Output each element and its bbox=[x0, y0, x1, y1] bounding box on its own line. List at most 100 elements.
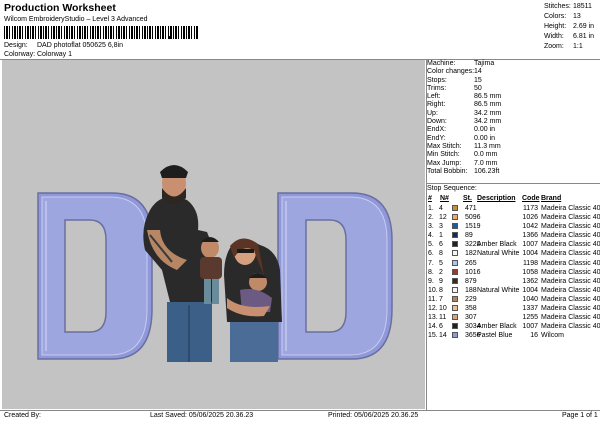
spec-row: Max Stitch: 11.3 mm bbox=[427, 143, 599, 151]
thread-description: Amber Black bbox=[477, 241, 517, 249]
sequence-row[interactable]: 1. 4 471 1173 Madeira Classic 40 bbox=[427, 204, 600, 213]
thread-code: 1198 bbox=[522, 259, 538, 267]
thread-brand: Madeira Classic 40 bbox=[541, 277, 600, 285]
stat-label: Width: bbox=[544, 33, 564, 40]
thread-code: 1058 bbox=[522, 268, 538, 276]
spec-label: Trims: bbox=[427, 84, 447, 92]
spec-label: EndY: bbox=[427, 134, 446, 142]
sequence-row[interactable]: 4. 1 89 1366 Madeira Classic 40 bbox=[427, 231, 600, 240]
spec-value: 11.3 mm bbox=[474, 142, 501, 150]
needle-number: 14 bbox=[439, 332, 447, 340]
colorway-value: Colorway 1 bbox=[37, 51, 73, 58]
family-portrait bbox=[143, 165, 282, 362]
thread-brand: Madeira Classic 40 bbox=[541, 232, 600, 240]
thread-color-swatch bbox=[452, 259, 458, 266]
sequence-row[interactable]: 12. 10 358 1337 Madeira Classic 40 bbox=[427, 304, 600, 313]
thread-description: Natural White bbox=[477, 250, 520, 258]
stat-label: Stitches: bbox=[544, 3, 571, 10]
spec-value: 34.2 mm bbox=[474, 118, 502, 126]
design-label: Design: bbox=[4, 42, 28, 49]
thread-color-swatch bbox=[452, 223, 458, 230]
spec-value: 50 bbox=[474, 84, 482, 92]
spec-label: Left: bbox=[427, 93, 441, 101]
spec-label: Up: bbox=[427, 109, 438, 117]
col-description: Description bbox=[477, 195, 516, 202]
thread-brand: Madeira Classic 40 bbox=[541, 250, 600, 258]
thread-code: 1366 bbox=[522, 232, 538, 240]
thread-brand: Madeira Classic 40 bbox=[541, 323, 600, 331]
spec-label: Color changes: bbox=[427, 68, 475, 76]
needle-number: 9 bbox=[439, 277, 443, 285]
spec-value: 7.0 mm bbox=[474, 159, 498, 167]
stat-label: Colors: bbox=[544, 13, 567, 20]
row-index: 6. bbox=[428, 250, 434, 258]
sequence-row[interactable]: 9. 9 879 1362 Madeira Classic 40 bbox=[427, 277, 600, 286]
needle-number: 6 bbox=[439, 323, 443, 331]
machine-specs: Machine: Tajima Color changes:14 Stops: 15… bbox=[427, 60, 599, 176]
stat-value: 1:1 bbox=[573, 43, 583, 50]
sequence-row[interactable]: 8. 2 1016 1058 Madeira Classic 40 bbox=[427, 268, 600, 277]
needle-number: 7 bbox=[439, 295, 443, 303]
sequence-row[interactable]: 11. 7 229 1040 Madeira Classic 40 bbox=[427, 295, 600, 304]
thread-code: 1026 bbox=[522, 214, 538, 222]
stitch-count: 89 bbox=[465, 232, 473, 240]
sequence-row[interactable]: 7. 5 265 1198 Madeira Classic 40 bbox=[427, 259, 600, 268]
stat-row: Width: 6.81 in bbox=[544, 32, 594, 42]
spec-label: Max Jump: bbox=[427, 159, 462, 167]
thread-brand: Wilcom bbox=[541, 332, 564, 340]
stitch-count: 1016 bbox=[465, 268, 481, 276]
design-row: Design: DAD photoflat 050625 6,8in bbox=[4, 42, 123, 49]
spec-label: Total Bobbin: bbox=[427, 167, 468, 175]
col-st: St. bbox=[463, 195, 472, 202]
col-brand: Brand bbox=[541, 195, 562, 202]
sequence-row[interactable]: 2. 12 5096 1026 Madeira Classic 40 bbox=[427, 213, 600, 222]
needle-number: 3 bbox=[439, 223, 443, 231]
stat-label: Height: bbox=[544, 23, 567, 30]
sequence-row[interactable]: 3. 3 1519 1042 Madeira Classic 40 bbox=[427, 222, 600, 231]
specs-divider bbox=[427, 183, 600, 184]
spec-row: Stops: 15 bbox=[427, 77, 599, 85]
stat-row: Colors: 13 bbox=[544, 12, 594, 22]
spec-value: 106.23ft bbox=[474, 167, 500, 175]
spec-row: Down: 34.2 mm bbox=[427, 118, 599, 126]
needle-number: 8 bbox=[439, 286, 443, 294]
spec-label: Down: bbox=[427, 118, 447, 126]
thread-brand: Madeira Classic 40 bbox=[541, 241, 600, 249]
thread-color-swatch bbox=[452, 314, 458, 321]
needle-number: 8 bbox=[439, 250, 443, 258]
thread-brand: Madeira Classic 40 bbox=[541, 223, 600, 231]
stitch-count: 5096 bbox=[465, 214, 481, 222]
sequence-row[interactable]: 10. 8 188 Natural White 1004 Madeira Classic … bbox=[427, 286, 600, 295]
sequence-row[interactable]: 14. 6 3034 Amber Black 1007 Madeira Classic 4… bbox=[427, 322, 600, 331]
needle-number: 11 bbox=[439, 314, 447, 322]
page-number: Page 1 of 1 bbox=[562, 412, 598, 419]
thread-color-swatch bbox=[452, 305, 458, 312]
sequence-row[interactable]: 6. 8 182 Natural White 1004 Madeira Classic 4… bbox=[427, 249, 600, 258]
thread-color-swatch bbox=[452, 295, 458, 302]
needle-number: 1 bbox=[439, 232, 443, 240]
stop-sequence-list: 1. 4 471 1173 Madeira Classic 40 2. 12 5096 1026… bbox=[427, 204, 600, 340]
spec-row: EndX: 0.00 in bbox=[427, 126, 599, 134]
spec-label: Max Stitch: bbox=[427, 142, 462, 150]
thread-color-swatch bbox=[452, 277, 458, 284]
sequence-row[interactable]: 15. 14 3656 Pastel Blue 16 Wilcom bbox=[427, 331, 599, 340]
sequence-row[interactable]: 13. 11 307 1255 Madeira Classic 40 bbox=[427, 313, 600, 322]
spec-label: Min Stitch: bbox=[427, 151, 460, 159]
thread-code: 1004 bbox=[522, 286, 538, 294]
stitch-count: 265 bbox=[465, 259, 477, 267]
col-code: Code bbox=[522, 195, 540, 202]
colorway-label: Colorway: bbox=[4, 51, 36, 58]
footer-divider bbox=[0, 410, 600, 411]
stitch-count: 358 bbox=[465, 305, 477, 313]
col-n: N# bbox=[440, 195, 449, 202]
thread-code: 1337 bbox=[522, 305, 538, 313]
row-index: 2. bbox=[428, 214, 434, 222]
row-index: 1. bbox=[428, 205, 434, 212]
stat-row: Zoom: 1:1 bbox=[544, 42, 594, 52]
stat-value: 18511 bbox=[573, 3, 592, 10]
spec-value: 86.5 mm bbox=[474, 101, 502, 109]
design-preview[interactable] bbox=[2, 60, 425, 409]
col-hash: # bbox=[428, 195, 432, 202]
row-index: 11. bbox=[428, 295, 438, 303]
sequence-row[interactable]: 5. 6 3220 Amber Black 1007 Madeira Classic 40 bbox=[427, 240, 600, 249]
